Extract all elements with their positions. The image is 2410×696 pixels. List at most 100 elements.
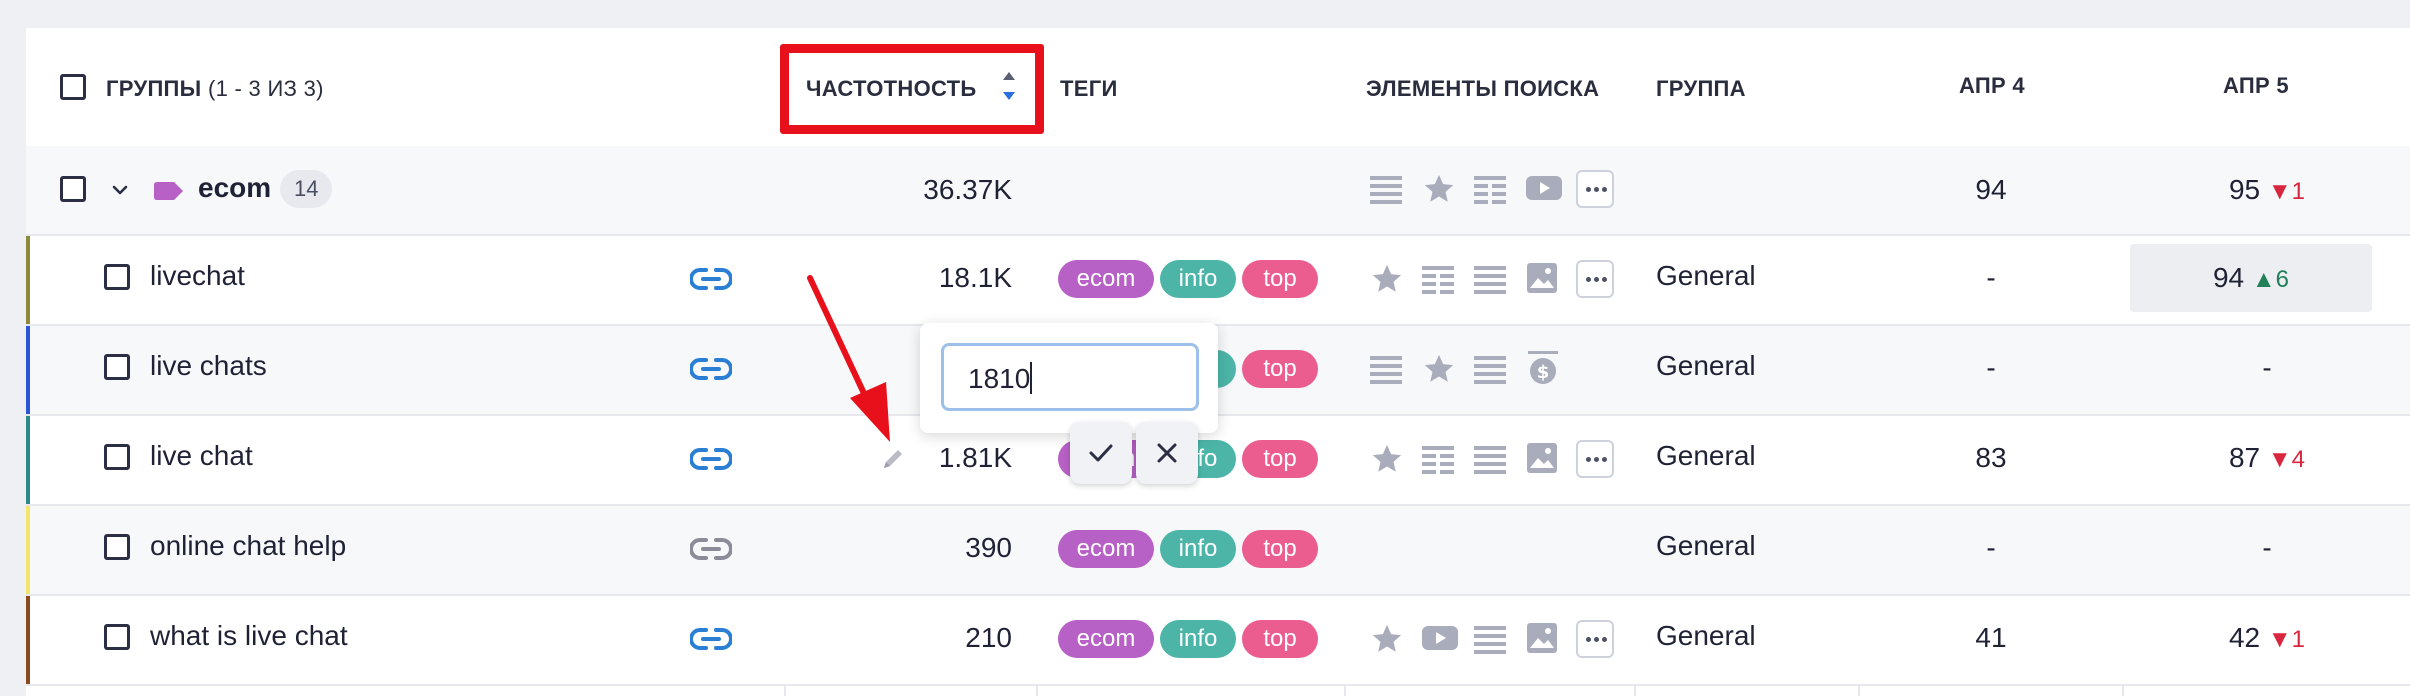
image-icon [1527, 443, 1557, 473]
serp-lines-icon [1370, 356, 1402, 384]
table-row[interactable]: live chat 1.81K ecom info top General 83… [26, 416, 2410, 506]
row-checkbox[interactable] [104, 444, 130, 470]
keyword[interactable]: live chats [150, 350, 267, 382]
star-icon [1424, 174, 1454, 202]
table-row[interactable]: live chats 18.1K ecom info top $ General… [26, 326, 2410, 416]
ads-dollar-icon: $ [1528, 351, 1558, 384]
apr4-value: 94 [1975, 174, 2007, 205]
chevron-down-icon[interactable] [110, 180, 130, 200]
serp-table-icon [1422, 446, 1454, 474]
apr4-value: - [1986, 532, 1996, 563]
keyword[interactable]: livechat [150, 260, 245, 292]
apr5-value: - [2262, 352, 2272, 383]
table-row[interactable]: what is live chat 210 ecom info top Gene… [26, 596, 2410, 686]
row-color-marker [26, 326, 30, 414]
keyword[interactable]: live chat [150, 440, 253, 472]
tag-top[interactable]: top [1242, 530, 1318, 568]
frequency-edit-value: 1810 [968, 363, 1031, 394]
serp-lines-icon [1474, 446, 1506, 474]
frequency-highlight-box [780, 44, 1044, 134]
apr5-cell: 95 ▼1 [2124, 174, 2410, 206]
group-frequency: 36.37K [923, 174, 1012, 205]
video-icon [1422, 626, 1458, 650]
row-checkbox[interactable] [104, 354, 130, 380]
more-options-button[interactable] [1576, 170, 1614, 208]
tag-top[interactable]: top [1242, 620, 1318, 658]
group-value[interactable]: General [1656, 350, 1756, 382]
image-icon [1527, 263, 1557, 293]
row-color-marker [26, 416, 30, 504]
apr5-delta: 1 [2291, 626, 2306, 653]
group-value[interactable]: General [1656, 260, 1756, 292]
star-icon [1424, 354, 1454, 382]
group-row-ecom[interactable]: ecom 14 36.37K 94 95 ▼1 [26, 146, 2410, 236]
serp-lines-icon [1474, 626, 1506, 654]
apr4-header[interactable]: АПР 4 [1959, 73, 2025, 99]
more-options-button[interactable] [1576, 260, 1614, 298]
apr5-value: 87 [2228, 442, 2261, 473]
tag-top[interactable]: top [1242, 440, 1318, 478]
more-options-button[interactable] [1576, 620, 1614, 658]
link-icon[interactable] [690, 536, 732, 562]
tag-info[interactable]: info [1160, 620, 1236, 658]
select-all-checkbox[interactable] [60, 74, 86, 100]
tag-ecom[interactable]: ecom [1058, 620, 1154, 658]
more-options-button[interactable] [1576, 440, 1614, 478]
link-icon[interactable] [690, 356, 732, 382]
apr4-value: 41 [1975, 622, 2007, 653]
table-row[interactable]: online chat help 390 ecom info top Gener… [26, 506, 2410, 596]
star-icon [1372, 444, 1402, 472]
groups-header: ГРУППЫ (1 - 3 ИЗ 3) [106, 76, 324, 101]
apr5-delta: 4 [2291, 446, 2306, 473]
star-icon [1372, 624, 1402, 652]
tag-top[interactable]: top [1242, 350, 1318, 388]
annotation-arrow [807, 275, 890, 442]
row-checkbox[interactable] [104, 624, 130, 650]
apr4-value: - [1986, 352, 1996, 383]
row-checkbox[interactable] [104, 534, 130, 560]
row-checkbox[interactable] [104, 264, 130, 290]
serp-lines-icon [1474, 266, 1506, 294]
apr5-cell: 94 ▲6 [2130, 262, 2372, 294]
confirm-edit-button[interactable] [1070, 422, 1132, 484]
video-icon [1526, 176, 1562, 200]
cancel-edit-button[interactable] [1136, 422, 1198, 484]
apr5-value: - [2262, 532, 2272, 563]
frequency-edit-input[interactable]: 1810 [941, 343, 1199, 411]
group-value[interactable]: General [1656, 440, 1756, 472]
apr5-delta: 1 [2291, 178, 2306, 205]
apr5-header[interactable]: АПР 5 [2223, 73, 2289, 99]
table-row[interactable]: livechat 18.1K ecom info top General - 9… [26, 236, 2410, 326]
link-icon[interactable] [690, 266, 732, 292]
apr4-value: - [1986, 262, 1996, 293]
group-count-badge: 14 [280, 170, 333, 208]
tag-top[interactable]: top [1242, 260, 1318, 298]
tag-info[interactable]: info [1160, 530, 1236, 568]
group-value[interactable]: General [1656, 620, 1756, 652]
star-icon [1372, 264, 1402, 292]
keyword[interactable]: what is live chat [150, 620, 348, 652]
apr5-value: 95 [2228, 174, 2261, 205]
tag-ecom[interactable]: ecom [1058, 260, 1154, 298]
group-value[interactable]: General [1656, 530, 1756, 562]
checkmark-icon [1089, 444, 1113, 462]
tag-ecom[interactable]: ecom [1058, 530, 1154, 568]
frequency-value[interactable]: 390 [786, 532, 1012, 564]
search-elements-header: ЭЛЕМЕНТЫ ПОИСКА [1366, 76, 1600, 101]
link-icon[interactable] [690, 626, 732, 652]
apr5-cell: 42 ▼1 [2124, 622, 2410, 654]
apr4-value: 83 [1975, 442, 2007, 473]
trend-up-icon: ▲ [2251, 266, 2276, 293]
row-color-marker [26, 236, 30, 324]
keyword[interactable]: online chat help [150, 530, 346, 562]
trend-down-icon: ▼ [2267, 178, 2292, 205]
serp-lines-icon [1474, 356, 1506, 384]
serp-table-icon [1474, 176, 1506, 204]
svg-text:$: $ [1537, 362, 1550, 383]
frequency-value[interactable]: 210 [786, 622, 1012, 654]
group-checkbox[interactable] [60, 176, 86, 202]
table-header: ГРУППЫ (1 - 3 ИЗ 3) ЧАСТОТНОСТЬ ТЕГИ ЭЛЕ… [26, 28, 2410, 148]
link-icon[interactable] [690, 446, 732, 472]
tag-info[interactable]: info [1160, 260, 1236, 298]
tag-label-icon [154, 182, 183, 200]
